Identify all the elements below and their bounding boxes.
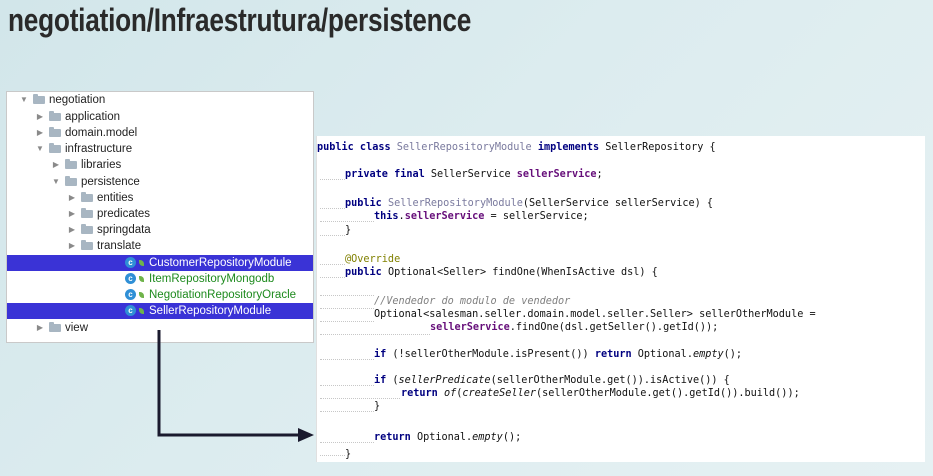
arrow-head-icon [298,428,314,442]
connector-arrow [157,330,314,442]
